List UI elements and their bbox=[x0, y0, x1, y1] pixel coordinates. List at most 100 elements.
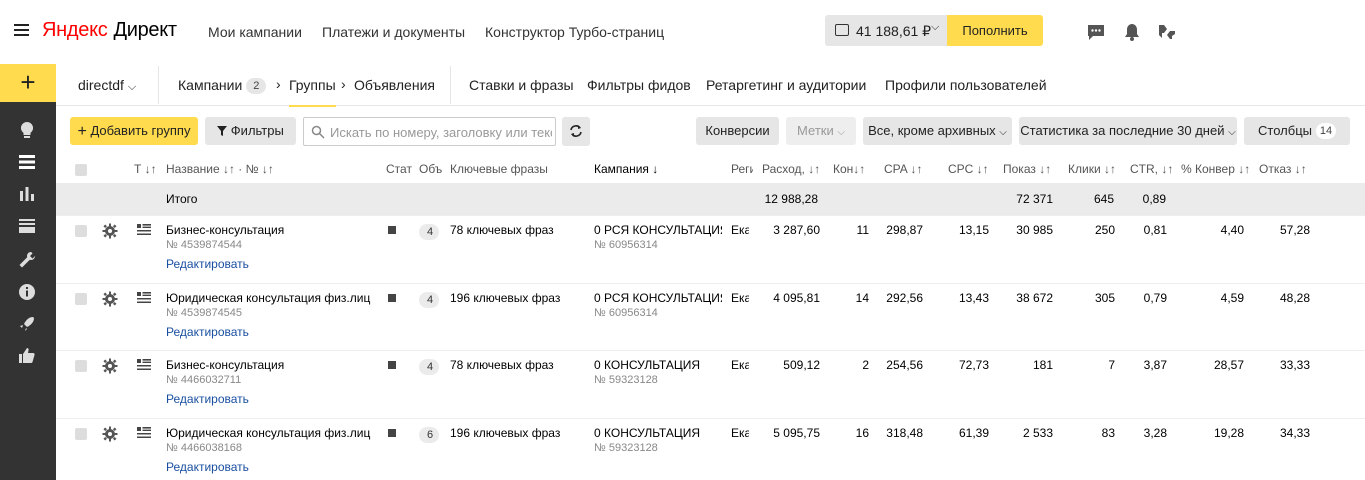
edit-link[interactable]: Редактировать bbox=[166, 392, 249, 406]
search-input[interactable] bbox=[330, 123, 552, 141]
col-impressions[interactable]: Показ ↓↑ bbox=[1003, 162, 1051, 176]
group-name[interactable]: Бизнес-консультация bbox=[166, 358, 376, 372]
info-icon[interactable] bbox=[16, 281, 38, 303]
cpa-value: 292,56 bbox=[886, 291, 923, 305]
gear-icon[interactable] bbox=[102, 223, 118, 239]
logo[interactable]: Яндекс Директ bbox=[42, 19, 177, 42]
keywords-link[interactable]: 78 ключевых фраз bbox=[450, 223, 554, 237]
keywords-link[interactable]: 78 ключевых фраз bbox=[450, 358, 554, 372]
nav-turbo-builder[interactable]: Конструктор Турбо-страниц bbox=[485, 24, 664, 40]
keywords-link[interactable]: 196 ключевых фраз bbox=[450, 291, 560, 305]
sort-desc-icon: ↓ bbox=[652, 162, 659, 176]
feedback-icon[interactable] bbox=[1157, 22, 1177, 42]
balance-button[interactable]: 41 188,61 ₽ ⌵ bbox=[825, 15, 947, 46]
edit-link[interactable]: Редактировать bbox=[166, 325, 249, 339]
spend-value: 509,12 bbox=[783, 358, 820, 372]
filters-button[interactable]: Фильтры bbox=[205, 117, 296, 145]
menu-icon[interactable] bbox=[14, 24, 29, 36]
topup-button[interactable]: Пополнить bbox=[947, 15, 1043, 46]
cpa-value: 254,56 bbox=[886, 358, 923, 372]
group-number: № 4466032711 bbox=[166, 374, 242, 386]
rocket-icon[interactable] bbox=[16, 313, 38, 335]
col-campaign[interactable]: Кампания ↓ bbox=[594, 162, 658, 176]
col-name[interactable]: Название ↓↑ · № ↓↑ bbox=[166, 162, 274, 176]
spend-value: 4 095,81 bbox=[773, 291, 820, 305]
campaign-name[interactable]: 0 РСЯ КОНСУЛЬТАЦИЯ bbox=[594, 223, 722, 237]
group-name[interactable]: Юридическая консультация физ.лиц bbox=[166, 426, 376, 440]
tab-feed-filters[interactable]: Фильтры фидов bbox=[587, 77, 691, 93]
plus-icon: + bbox=[77, 123, 87, 140]
breadcrumb-ads[interactable]: Объявления bbox=[354, 77, 435, 93]
col-conversions-label: Кон bbox=[833, 162, 854, 176]
account-selector[interactable]: directdf ⌵ bbox=[78, 77, 136, 94]
col-cpa[interactable]: CPA ↓↑ bbox=[884, 162, 922, 176]
gear-icon[interactable] bbox=[102, 426, 118, 442]
archive-icon[interactable] bbox=[16, 215, 38, 237]
row-checkbox[interactable] bbox=[75, 428, 87, 440]
edit-link[interactable]: Редактировать bbox=[166, 257, 249, 271]
nav-payments[interactable]: Платежи и документы bbox=[322, 24, 465, 40]
total-spend: 12 988,28 bbox=[764, 192, 818, 206]
breadcrumb-campaigns[interactable]: Кампании 2 bbox=[178, 77, 267, 94]
col-region[interactable]: Реги bbox=[731, 162, 753, 176]
chat-icon[interactable] bbox=[1086, 22, 1106, 42]
ctr-value: 0,79 bbox=[1143, 291, 1167, 305]
row-checkbox[interactable] bbox=[75, 293, 87, 305]
col-spend[interactable]: Расход, ↓↑ bbox=[762, 162, 820, 176]
archive-filter-select[interactable]: Все, кроме архивных ⌵ bbox=[863, 117, 1012, 145]
col-type[interactable]: Т ↓↑ bbox=[134, 162, 157, 176]
select-all-checkbox[interactable] bbox=[75, 164, 87, 176]
col-type-label: Т bbox=[134, 162, 142, 176]
tab-user-profiles[interactable]: Профили пользователей bbox=[885, 77, 1047, 93]
col-ads[interactable]: Объ bbox=[419, 162, 443, 176]
col-ctr[interactable]: CTR, ↓↑ bbox=[1130, 162, 1173, 176]
nav-my-campaigns[interactable]: Мои кампании bbox=[208, 24, 302, 40]
col-conversions[interactable]: Кон↓↑ bbox=[833, 162, 873, 176]
breadcrumb-groups[interactable]: Группы bbox=[289, 77, 336, 107]
col-clicks[interactable]: Клики ↓↑ bbox=[1068, 162, 1116, 176]
col-cpc[interactable]: CPC ↓↑ bbox=[948, 162, 989, 176]
archive-filter-label: Все, кроме архивных bbox=[868, 123, 996, 138]
stats-period-select[interactable]: Статистика за последние 30 дней ⌵ bbox=[1019, 117, 1237, 145]
wrench-icon[interactable] bbox=[16, 249, 38, 271]
col-keywords[interactable]: Ключевые фразы bbox=[450, 162, 548, 176]
columns-button[interactable]: Столбцы 14 bbox=[1244, 117, 1350, 145]
refresh-button[interactable] bbox=[562, 117, 590, 146]
tab-bids-phrases[interactable]: Ставки и фразы bbox=[469, 77, 574, 93]
impressions-value: 38 672 bbox=[1016, 291, 1053, 305]
labels-label: Метки bbox=[797, 123, 834, 138]
text-ad-icon bbox=[137, 359, 151, 370]
thumbs-up-icon[interactable] bbox=[16, 345, 38, 367]
campaign-name[interactable]: 0 РСЯ КОНСУЛЬТАЦИЯ bbox=[594, 291, 722, 305]
ads-count-badge[interactable]: 4 bbox=[419, 224, 439, 240]
gear-icon[interactable] bbox=[102, 291, 118, 307]
row-checkbox[interactable] bbox=[75, 225, 87, 237]
labels-button[interactable]: Метки ⌵ bbox=[786, 117, 856, 145]
divider bbox=[450, 66, 451, 104]
group-name[interactable]: Юридическая консультация физ.лиц bbox=[166, 291, 376, 305]
row-checkbox[interactable] bbox=[75, 360, 87, 372]
bounce-value: 33,33 bbox=[1279, 358, 1310, 372]
bell-icon[interactable] bbox=[1122, 22, 1142, 42]
chevron-down-icon: ⌵ bbox=[931, 21, 940, 33]
col-conv-rate-label: % Конвер bbox=[1181, 162, 1235, 176]
list-icon[interactable] bbox=[16, 151, 38, 173]
conversions-button[interactable]: Конверсии bbox=[696, 117, 779, 145]
tab-retargeting[interactable]: Ретаргетинг и аудитории bbox=[706, 77, 866, 93]
campaign-name[interactable]: 0 КОНСУЛЬТАЦИЯ bbox=[594, 358, 722, 372]
col-conv-rate[interactable]: % Конвер ↓↑ bbox=[1181, 162, 1250, 176]
ads-count-badge[interactable]: 4 bbox=[419, 292, 439, 308]
campaign-name[interactable]: 0 КОНСУЛЬТАЦИЯ bbox=[594, 426, 722, 440]
keywords-link[interactable]: 196 ключевых фраз bbox=[450, 426, 560, 440]
group-name[interactable]: Бизнес-консультация bbox=[166, 223, 376, 237]
add-group-button[interactable]: + Добавить группу bbox=[70, 117, 198, 145]
lightbulb-icon[interactable] bbox=[16, 119, 38, 141]
gear-icon[interactable] bbox=[102, 358, 118, 374]
create-plus-button[interactable]: + bbox=[0, 64, 56, 102]
ads-count-badge[interactable]: 4 bbox=[419, 359, 439, 375]
ads-count-badge[interactable]: 6 bbox=[419, 427, 439, 443]
bar-chart-icon[interactable] bbox=[16, 183, 38, 205]
col-status[interactable]: Стат bbox=[386, 162, 412, 176]
edit-link[interactable]: Редактировать bbox=[166, 460, 249, 474]
col-bounce[interactable]: Отказ ↓↑ bbox=[1259, 162, 1307, 176]
